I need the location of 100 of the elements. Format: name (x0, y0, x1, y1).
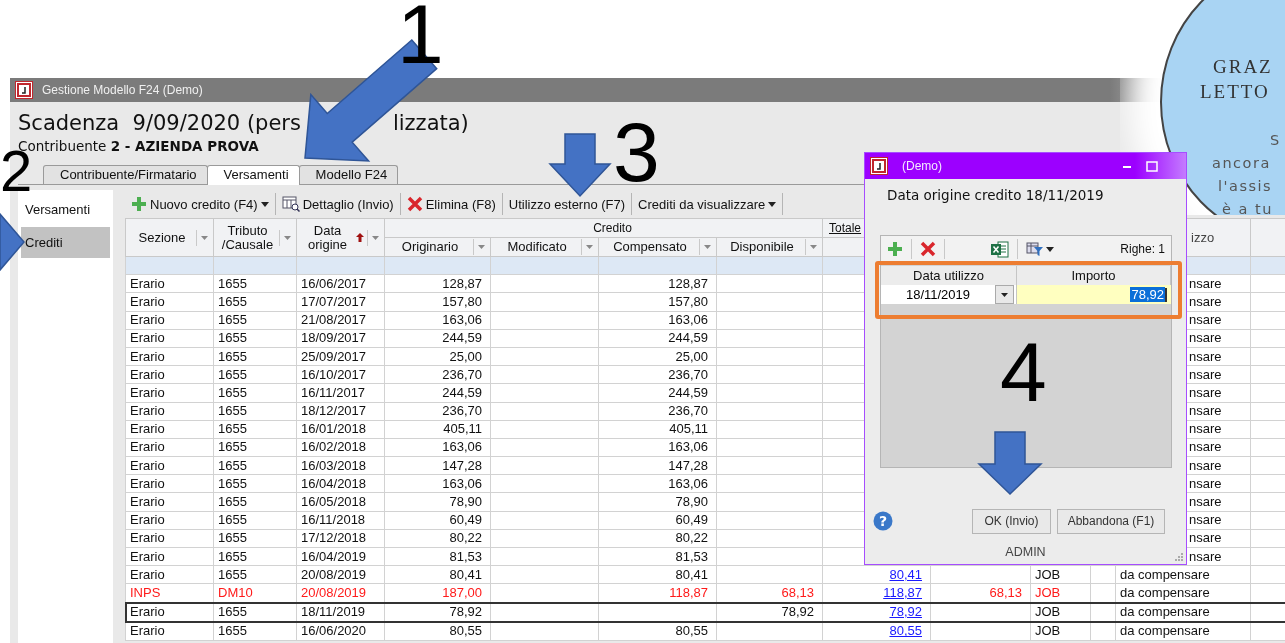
table-cell: JOB (1030, 621, 1091, 641)
group-title: Totale (828, 221, 863, 235)
table-cell: 244,59 (384, 329, 491, 348)
table-cell: 163,06 (384, 438, 491, 457)
table-cell: da compensare (1115, 621, 1251, 641)
table-cell: 18/09/2017 (296, 329, 385, 348)
table-cell: Erario (125, 420, 214, 439)
column-title: Tributo /Causale (220, 223, 275, 252)
table-cell: 80,41 (384, 565, 491, 584)
bubble-text: S (1270, 132, 1281, 148)
table-cell: 78,90 (384, 492, 491, 512)
table-cell: 18/12/2017 (296, 402, 385, 421)
table-cell: 25/09/2017 (296, 347, 385, 366)
group-title: Credito (592, 221, 633, 235)
table-cell: 16/01/2018 (296, 420, 385, 439)
table-cell: 236,70 (384, 365, 491, 384)
table-cell: 16/03/2018 (296, 456, 385, 475)
table-cell: 16/04/2018 (296, 474, 385, 493)
bubble-text: è a tu (1222, 201, 1273, 215)
table-cell: Erario (125, 456, 214, 475)
column-title: Data origine (307, 223, 348, 252)
column-title: Compensato (612, 240, 688, 254)
table-cell: 16/05/2018 (296, 492, 385, 512)
table-cell: 1655 (213, 438, 297, 457)
table-cell: Erario (125, 511, 214, 530)
table-cell: 128,87 (384, 274, 491, 293)
table-cell: 163,06 (598, 438, 717, 457)
table-cell: 80,55 (384, 621, 491, 641)
table-cell: 405,11 (384, 420, 491, 439)
dialog-heading: Data origine credito 18/11/2019 (886, 186, 1105, 205)
bubble-heading: LETTO (1200, 81, 1270, 103)
table-cell: Erario (125, 347, 214, 366)
table-cell: 244,59 (598, 383, 717, 402)
table-cell: 163,06 (598, 474, 717, 493)
table-cell: Erario (125, 474, 214, 493)
table-cell: 1655 (213, 365, 297, 384)
column-title: Sezione (137, 230, 187, 245)
table-cell: 147,28 (384, 456, 491, 475)
table-cell: 244,59 (384, 383, 491, 402)
page-title: Scadenza 9/09/2020 (pers (18, 111, 301, 135)
table-cell: 80,41 (598, 565, 717, 584)
table-cell: 17/12/2018 (296, 529, 385, 548)
row-count: Righe: 1 (1120, 242, 1165, 256)
bubble-text: ancora (1212, 155, 1271, 171)
table-cell: 16/06/2017 (296, 274, 385, 293)
user-label: ADMIN (1005, 545, 1046, 559)
table-cell: 1655 (213, 492, 297, 512)
table-cell: 128,87 (598, 274, 717, 293)
table-cell: 60,49 (384, 511, 491, 530)
table-cell: 405,11 (598, 420, 717, 439)
step-number: 3 (613, 110, 660, 194)
table-cell: 80,22 (384, 529, 491, 548)
dialog-title: (Demo) (902, 159, 943, 173)
table-cell: 60,49 (598, 511, 717, 530)
column-title: Disponibile (729, 240, 795, 254)
table-cell: 1655 (213, 456, 297, 475)
table-cell: 80,22 (598, 529, 717, 548)
table-cell: 244,59 (598, 329, 717, 348)
table-cell: 17/07/2017 (296, 292, 385, 312)
column-title: Originario (400, 240, 460, 254)
table-cell: 1655 (213, 529, 297, 548)
bubble-text: l'assis (1218, 178, 1273, 194)
table-cell: 1655 (213, 621, 297, 641)
table-cell: 81,53 (598, 547, 717, 566)
table-cell: 1655 (213, 420, 297, 439)
table-cell: Erario (125, 329, 214, 348)
table-cell: Erario (125, 311, 214, 330)
table-cell: 80,55 (598, 621, 717, 641)
table-cell: 163,06 (598, 311, 717, 330)
table-cell: Erario (125, 274, 214, 293)
table-cell: Erario (125, 621, 214, 641)
table-cell: 16/11/2018 (296, 511, 385, 530)
table-cell: 1655 (213, 292, 297, 312)
table-cell: Erario (125, 565, 214, 584)
table-cell: 78,90 (598, 492, 717, 512)
table-cell: 25,00 (598, 347, 717, 366)
bubble-heading: GRAZ (1213, 56, 1273, 78)
table-cell: 1655 (213, 383, 297, 402)
column-title: izzo (1190, 230, 1216, 245)
table-cell: 16/11/2017 (296, 383, 385, 402)
table-cell: 1655 (213, 565, 297, 584)
table-cell: 1655 (213, 402, 297, 421)
column-title: Modificato (506, 240, 568, 254)
table-cell: 16/06/2020 (296, 621, 385, 641)
table-cell: 163,06 (384, 474, 491, 493)
table-cell: 157,80 (598, 292, 717, 312)
table-cell: 236,70 (384, 402, 491, 421)
table-cell: 1655 (213, 511, 297, 530)
table-cell: 1655 (213, 311, 297, 330)
table-cell: Erario (125, 529, 214, 548)
table-cell: 1655 (213, 547, 297, 566)
table-cell: Erario (125, 438, 214, 457)
page-title: lizzata) (392, 111, 469, 135)
table-cell: 1655 (213, 329, 297, 348)
table-cell: 20/08/2019 (296, 565, 385, 584)
table-cell: 1655 (213, 274, 297, 293)
table-cell: Erario (125, 365, 214, 384)
table-cell: 21/08/2017 (296, 311, 385, 330)
table-cell: 1655 (213, 347, 297, 366)
table-cell: Erario (125, 292, 214, 312)
